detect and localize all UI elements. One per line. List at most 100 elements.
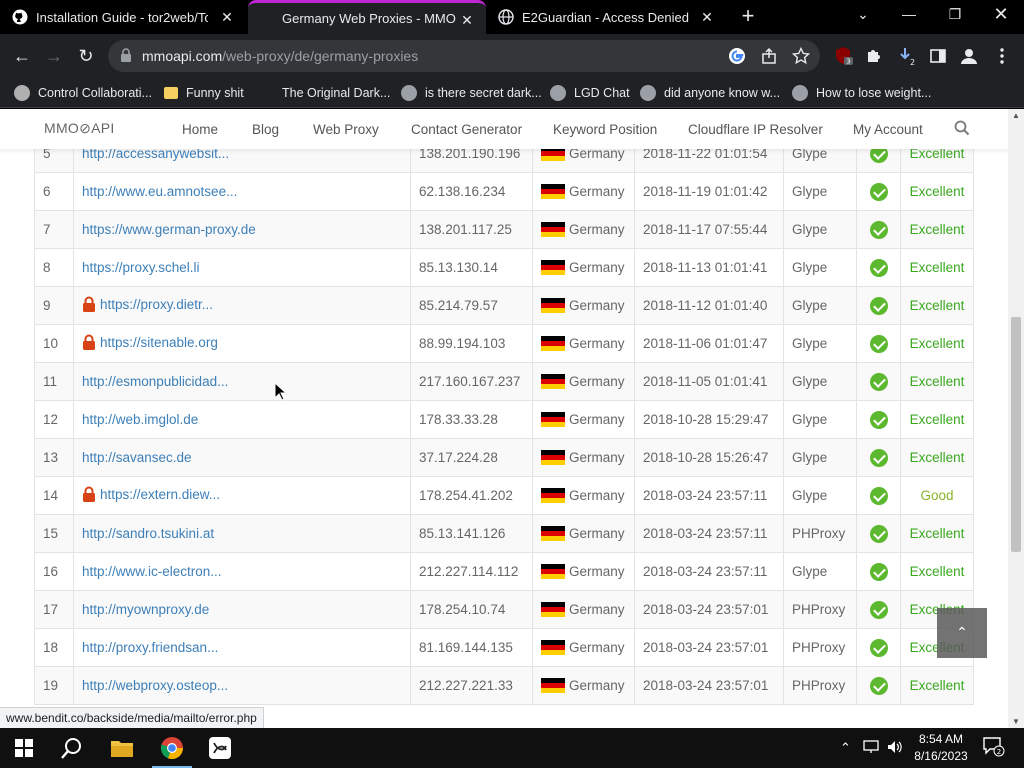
bookmark-control-collaboration[interactable]: Control Collaborati... [14, 82, 152, 104]
tab-e2guardian[interactable]: E2Guardian - Access Denied ✕ [486, 0, 726, 34]
quality-rating: Excellent [900, 172, 974, 211]
address-bar[interactable]: mmoapi.com/web-proxy/de/germany-proxies [108, 40, 820, 72]
nav-my-account[interactable]: My Account [853, 122, 923, 137]
close-window-icon[interactable]: ✕ [978, 0, 1024, 30]
check-icon [869, 638, 888, 657]
tab-installation-guide[interactable]: Installation Guide - tor2web/Tor2 ✕ [0, 0, 246, 34]
germany-flag-icon [541, 374, 565, 390]
bookmark-lose-weight[interactable]: How to lose weight... [792, 82, 931, 104]
status-cell [856, 362, 901, 401]
row-number: 16 [34, 552, 74, 591]
close-tab-icon[interactable]: ✕ [458, 11, 476, 29]
ip-address: 85.214.79.57 [410, 286, 533, 325]
search-icon[interactable] [954, 120, 972, 138]
snipping-tool-icon[interactable] [206, 734, 234, 762]
windows-start-icon[interactable] [10, 734, 38, 762]
proxy-url-link[interactable]: http://myownproxy.de [82, 602, 209, 617]
chrome-icon[interactable] [158, 734, 186, 762]
new-tab-icon[interactable]: + [736, 5, 760, 29]
nav-blog[interactable]: Blog [252, 122, 279, 137]
status-cell [856, 400, 901, 439]
lock-icon [82, 486, 96, 505]
proxy-url-link[interactable]: http://www.ic-electron... [82, 564, 222, 579]
germany-flag-icon [541, 526, 565, 542]
extensions-puzzle-icon[interactable] [864, 46, 884, 66]
country-name: Germany [569, 677, 625, 693]
page-content: MMO⊘API Home Blog Web Proxy Contact Gene… [0, 109, 1008, 728]
site-logo[interactable]: MMO⊘API [44, 120, 115, 137]
volume-icon[interactable] [887, 740, 903, 757]
side-panel-icon[interactable] [928, 46, 948, 66]
row-number: 13 [34, 438, 74, 477]
menu-kebab-icon[interactable] [992, 46, 1012, 66]
check-icon [869, 220, 888, 239]
tab-search-icon[interactable]: ⌄ [840, 0, 886, 30]
back-icon[interactable]: ← [10, 44, 34, 68]
bookmark-original-dark[interactable]: The Original Dark... [282, 82, 390, 104]
star-icon[interactable] [791, 46, 811, 65]
nav-home[interactable]: Home [182, 122, 218, 137]
nav-keyword-position[interactable]: Keyword Position [553, 122, 657, 137]
proxy-type: PHProxy [783, 514, 857, 553]
quality-rating: Excellent [900, 248, 974, 287]
proxy-url-link[interactable]: https://extern.diew... [100, 487, 220, 502]
ublock-extension-icon[interactable]: 3 [834, 46, 854, 66]
system-clock[interactable]: 8:54 AM 8/16/2023 [913, 731, 969, 765]
country-cell: Germany [532, 552, 635, 591]
last-checked-date: 2018-11-12 01:01:40 [634, 286, 784, 325]
bookmark-did-anyone-know[interactable]: did anyone know w... [640, 82, 780, 104]
close-tab-icon[interactable]: ✕ [218, 8, 236, 26]
proxy-url-link[interactable]: https://www.german-proxy.de [82, 222, 256, 237]
share-icon[interactable] [760, 47, 778, 65]
proxy-url-link[interactable]: http://webproxy.osteop... [82, 678, 228, 693]
scroll-down-arrow-icon[interactable]: ▼ [1012, 717, 1020, 726]
scrollbar-thumb[interactable] [1011, 317, 1021, 552]
minimize-icon[interactable]: — [886, 0, 932, 30]
restore-icon[interactable]: ❐ [932, 0, 978, 30]
search-icon[interactable] [58, 734, 86, 762]
profile-icon[interactable] [959, 46, 979, 66]
status-cell [856, 324, 901, 363]
nav-contact-generator[interactable]: Contact Generator [411, 122, 522, 137]
close-tab-icon[interactable]: ✕ [698, 8, 716, 26]
row-number: 9 [34, 286, 74, 325]
country-cell: Germany [532, 476, 635, 515]
nav-cloudflare-ip-resolver[interactable]: Cloudflare IP Resolver [688, 122, 823, 137]
network-icon[interactable] [863, 740, 879, 757]
bookmark-funny-shit[interactable]: Funny shit [164, 82, 244, 104]
proxy-url-link[interactable]: http://web.imglol.de [82, 412, 198, 427]
last-checked-date: 2018-11-19 01:01:42 [634, 172, 784, 211]
page-scrollbar[interactable]: ▲ ▼ [1008, 109, 1024, 728]
check-icon [869, 410, 888, 429]
scroll-up-arrow-icon[interactable]: ▲ [1012, 111, 1020, 120]
github-icon [12, 9, 28, 25]
proxy-type: Glype [783, 438, 857, 477]
show-hidden-icons-icon[interactable]: ⌃ [840, 740, 851, 756]
notification-center-icon[interactable]: 2 [983, 737, 1005, 760]
download-extension-icon[interactable]: 2 [896, 46, 916, 67]
quality-rating: Excellent [900, 666, 974, 705]
scroll-to-top-button[interactable]: ⌃ [937, 608, 987, 658]
proxy-url-link[interactable]: https://proxy.dietr... [100, 297, 213, 312]
reload-icon[interactable]: ↻ [74, 44, 98, 68]
proxy-url-link[interactable]: http://proxy.friendsan... [82, 640, 218, 655]
ip-address: 88.99.194.103 [410, 324, 533, 363]
proxy-url-link[interactable]: http://savansec.de [82, 450, 192, 465]
google-icon[interactable] [728, 47, 746, 65]
nav-web-proxy[interactable]: Web Proxy [313, 122, 379, 137]
bookmark-secret-dark[interactable]: is there secret dark... [401, 82, 542, 104]
proxy-url-link[interactable]: http://esmonpublicidad... [82, 374, 228, 389]
proxy-url-link[interactable]: http://www.eu.amnotsee... [82, 184, 237, 199]
proxy-url-link[interactable]: https://sitenable.org [100, 335, 218, 350]
quality-rating: Excellent [900, 438, 974, 477]
proxy-url-cell: http://www.eu.amnotsee... [73, 172, 411, 211]
forward-icon[interactable]: → [42, 44, 66, 68]
proxy-url-link[interactable]: http://sandro.tsukini.at [82, 526, 214, 541]
table-row: 14 https://extern.diew... 178.254.41.202 Ge… [34, 476, 974, 515]
tab-germany-proxies[interactable]: Germany Web Proxies - MMOAPI ✕ [248, 0, 486, 34]
file-explorer-icon[interactable] [108, 734, 136, 762]
globe-icon [401, 85, 417, 101]
proxy-type: Glype [783, 210, 857, 249]
bookmark-lgd-chat[interactable]: LGD Chat [550, 82, 630, 104]
proxy-url-link[interactable]: https://proxy.schel.li [82, 260, 200, 275]
